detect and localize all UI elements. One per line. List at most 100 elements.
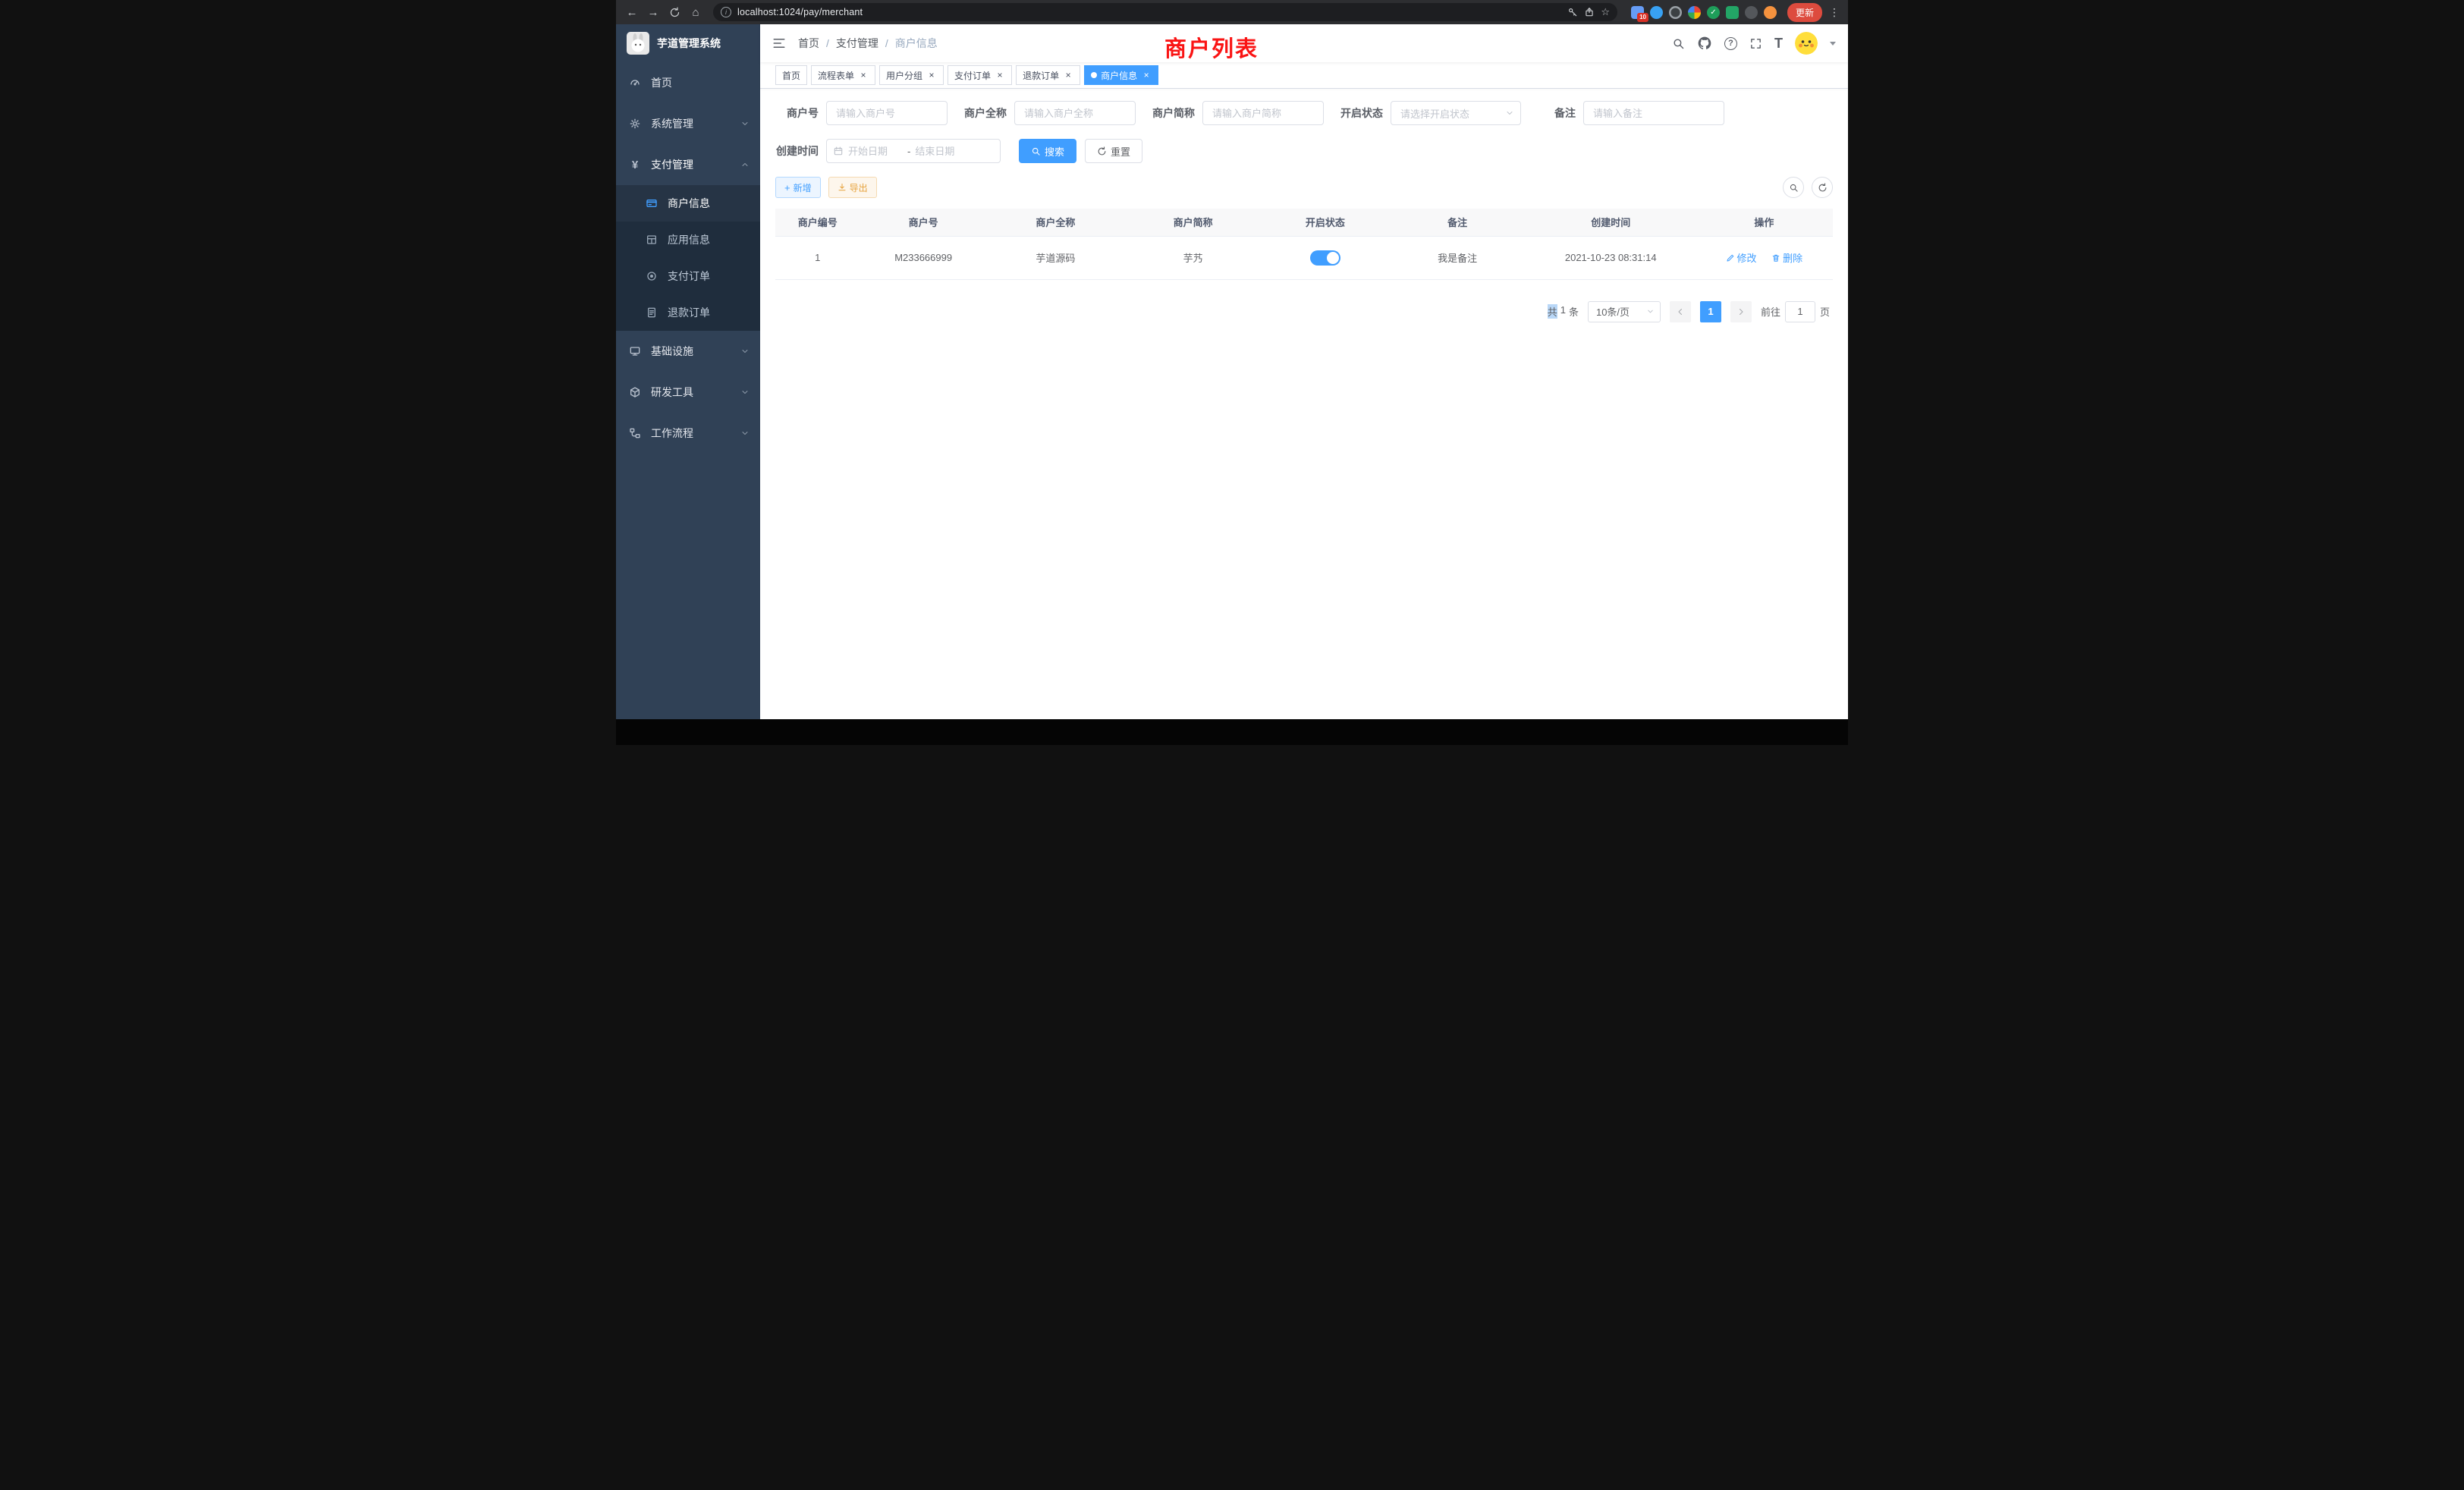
toggle-knob (1327, 252, 1339, 264)
sidebar-item-home[interactable]: 首页 (616, 62, 760, 103)
tab-label: 首页 (782, 69, 800, 82)
extension-icon[interactable] (1669, 6, 1682, 19)
pagination: 共 1 条 10条/页 1 (775, 301, 1833, 322)
home-icon[interactable]: ⌂ (686, 2, 706, 22)
sidebar-item-refund-order[interactable]: 退款订单 (616, 294, 760, 331)
github-icon[interactable] (1697, 36, 1712, 51)
help-icon[interactable]: ? (1724, 37, 1737, 50)
sidebar-item-pay-order[interactable]: 支付订单 (616, 258, 760, 294)
sidebar-item-infrastructure[interactable]: 基础设施 (616, 331, 760, 372)
tab-refund-order[interactable]: 退款订单 × (1016, 65, 1080, 85)
create-time-range-picker[interactable]: - (826, 139, 1001, 163)
remark-input[interactable] (1583, 101, 1724, 125)
sidebar-item-payment[interactable]: ¥ 支付管理 (616, 144, 760, 185)
fullscreen-icon[interactable] (1749, 37, 1762, 50)
browser-menu-icon[interactable]: ⋮ (1827, 6, 1842, 19)
sidebar-item-label: 支付订单 (668, 269, 750, 284)
sidebar-item-system[interactable]: 系统管理 (616, 103, 760, 144)
extension-icon[interactable] (1688, 6, 1701, 19)
chevron-down-icon (1646, 307, 1655, 316)
back-icon[interactable]: ← (622, 2, 642, 22)
gear-icon (628, 118, 642, 130)
end-date-input[interactable] (915, 146, 970, 157)
grid-icon (645, 234, 658, 246)
breadcrumb-separator: / (826, 37, 829, 49)
extension-icon[interactable]: 10 (1631, 6, 1644, 19)
sidebar-item-label: 退款订单 (668, 305, 750, 320)
reload-icon[interactable] (665, 2, 684, 22)
browser-window: ← → ⌂ i localhost:1024/pay/merchant ☆ 10… (616, 0, 1848, 745)
status-toggle[interactable] (1310, 250, 1340, 266)
close-tab-icon[interactable]: × (1141, 70, 1152, 80)
sidebar-toggle-icon[interactable] (772, 36, 786, 50)
search-button[interactable]: 搜索 (1019, 139, 1076, 163)
address-bar[interactable]: i localhost:1024/pay/merchant ☆ (713, 3, 1617, 21)
tags-view-bar: 首页 流程表单× 用户分组× 支付订单× 退款订单 × 商户信息× (760, 62, 1848, 89)
bookmark-star-icon[interactable]: ☆ (1601, 6, 1610, 18)
logo[interactable]: 芋道管理系统 (616, 24, 760, 62)
next-page-button[interactable] (1730, 301, 1752, 322)
page-number-button[interactable]: 1 (1700, 301, 1721, 322)
extension-icon[interactable] (1726, 6, 1739, 19)
merchant-no-input[interactable] (826, 101, 948, 125)
filter-label-merchant-name: 商户全称 (964, 105, 1007, 121)
sidebar-item-label: 研发工具 (651, 385, 731, 400)
add-button-label: 新增 (794, 181, 812, 194)
sidebar-item-workflow[interactable]: 工作流程 (616, 413, 760, 454)
tab-process-form[interactable]: 流程表单× (811, 65, 875, 85)
close-tab-icon[interactable]: × (1063, 70, 1073, 80)
cell-short-name: 芋艿 (1124, 236, 1262, 279)
tab-home[interactable]: 首页 (775, 65, 807, 85)
sidebar-item-app-info[interactable]: 应用信息 (616, 222, 760, 258)
export-button[interactable]: 导出 (828, 177, 877, 198)
edit-link[interactable]: 修改 (1726, 250, 1757, 265)
refresh-table-button[interactable] (1812, 177, 1833, 198)
tab-pay-order[interactable]: 支付订单× (948, 65, 1012, 85)
url-text[interactable]: localhost:1024/pay/merchant (737, 7, 1561, 17)
site-info-icon[interactable]: i (721, 7, 731, 17)
user-avatar[interactable] (1795, 32, 1818, 55)
extension-icon[interactable] (1745, 6, 1758, 19)
share-icon[interactable] (1584, 7, 1595, 17)
close-tab-icon[interactable]: × (858, 70, 869, 80)
column-header: 商户号 (860, 209, 987, 236)
tab-merchant-info[interactable]: 商户信息× (1084, 65, 1158, 85)
close-tab-icon[interactable]: × (995, 70, 1005, 80)
merchant-short-name-input[interactable] (1202, 101, 1324, 125)
status-select-placeholder: 请选择开启状态 (1400, 106, 1505, 121)
payment-submenu: 商户信息 应用信息 支付订单 (616, 185, 760, 331)
forward-icon[interactable]: → (643, 2, 663, 22)
extension-icon[interactable] (1650, 6, 1663, 19)
profile-avatar-icon[interactable] (1764, 6, 1777, 19)
font-size-icon[interactable]: T (1774, 36, 1783, 52)
status-select[interactable]: 请选择开启状态 (1391, 101, 1521, 125)
bottom-strip (616, 719, 1848, 745)
column-header: 开启状态 (1262, 209, 1388, 236)
filter-label-create-time: 创建时间 (775, 143, 819, 159)
page-size-select[interactable]: 10条/页 (1588, 301, 1661, 322)
table-row: 1 M233666999 芋道源码 芋艿 我是备注 2021-10-23 08:… (775, 236, 1833, 279)
start-date-input[interactable] (848, 146, 903, 157)
add-button[interactable]: + 新增 (775, 177, 821, 198)
merchant-name-input[interactable] (1014, 101, 1136, 125)
reset-button[interactable]: 重置 (1085, 139, 1142, 163)
sidebar-item-merchant-info[interactable]: 商户信息 (616, 185, 760, 222)
header-search-icon[interactable] (1672, 37, 1685, 50)
extension-icon[interactable]: ✓ (1707, 6, 1720, 19)
breadcrumb-payment[interactable]: 支付管理 (836, 36, 878, 51)
prev-page-button[interactable] (1670, 301, 1691, 322)
delete-link[interactable]: 删除 (1771, 250, 1802, 265)
browser-update-button[interactable]: 更新 (1787, 3, 1822, 22)
user-menu-caret-icon[interactable] (1830, 42, 1836, 46)
page-size-label: 10条/页 (1596, 304, 1630, 319)
sidebar-item-dev-tools[interactable]: 研发工具 (616, 372, 760, 413)
toggle-search-button[interactable] (1783, 177, 1804, 198)
password-key-icon[interactable] (1567, 7, 1578, 17)
goto-page-input[interactable] (1785, 301, 1815, 322)
column-header: 操作 (1696, 209, 1833, 236)
breadcrumb-home[interactable]: 首页 (798, 36, 819, 51)
tab-user-group[interactable]: 用户分组× (879, 65, 944, 85)
tab-label: 退款订单 (1023, 69, 1059, 82)
dashboard-icon (628, 77, 642, 89)
close-tab-icon[interactable]: × (926, 70, 937, 80)
